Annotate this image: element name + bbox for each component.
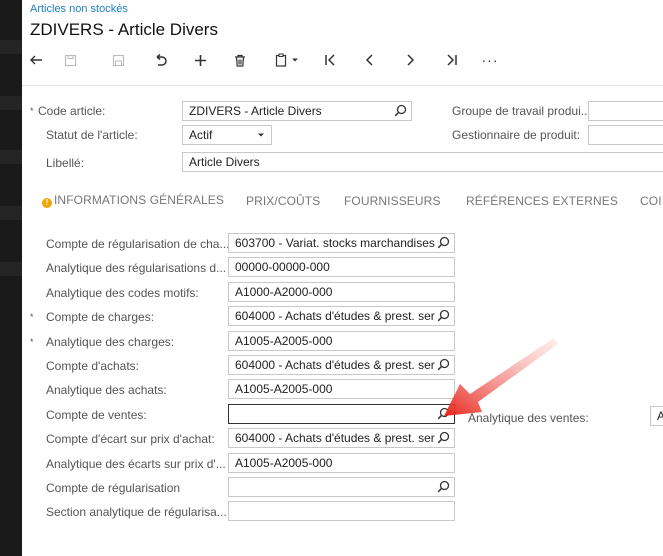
subaccount-field[interactable]: A1005-A2005-000 [228, 453, 455, 473]
more-actions-button[interactable]: ··· [478, 46, 502, 74]
field-value: A1005-A2005-000 [235, 382, 333, 396]
red-arrow-annotation [444, 338, 558, 416]
page-header: Articles non stockés ZDIVERS - Article D… [22, 0, 663, 86]
subaccount-field[interactable]: A1005-A2005-000 [228, 331, 455, 351]
background-block [0, 96, 22, 110]
sales-analytic-field[interactable]: A [650, 406, 663, 426]
field-label: Compte d'écart sur prix d'achat: [46, 432, 215, 446]
search-icon[interactable] [437, 236, 450, 249]
delete-button[interactable] [228, 46, 252, 74]
search-icon[interactable] [437, 431, 450, 444]
tab-more[interactable]: COI [640, 194, 662, 208]
account-lookup-field[interactable]: 604000 - Achats d'études & prest. ser [228, 428, 455, 448]
background-block [0, 150, 22, 164]
tab-informations-generales[interactable]: ! INFORMATIONS GÉNÉRALES [42, 193, 224, 208]
field-label: Analytique des charges: [46, 335, 175, 349]
account-lookup-field[interactable] [228, 477, 455, 497]
workgroup-field[interactable] [588, 101, 663, 121]
product-manager-field[interactable] [588, 125, 663, 145]
back-button[interactable] [24, 46, 48, 74]
toolbar: ··· [22, 46, 663, 74]
trash-icon [235, 54, 245, 67]
previous-record-button[interactable] [358, 46, 382, 74]
subaccount-field[interactable] [228, 501, 455, 521]
tab-prix-couts[interactable]: PRIX/COÛTS [246, 194, 320, 208]
back-arrow-icon [30, 55, 42, 65]
field-label: Analytique des régularisations d... [46, 261, 227, 275]
field-label: Compte de charges: [46, 310, 155, 324]
field-label: Compte de ventes: [46, 408, 147, 422]
required-marker: * [30, 337, 34, 347]
field-value: 604000 - Achats d'études & prest. ser [235, 431, 435, 445]
background-block [0, 206, 22, 220]
tab-fournisseurs[interactable]: FOURNISSEURS [344, 194, 441, 208]
warning-icon: ! [42, 198, 52, 208]
status-select[interactable]: Actif [182, 125, 272, 145]
account-lookup-field[interactable]: 603700 - Variat. stocks marchandises [228, 233, 455, 253]
status-label: Statut de l'article: [46, 128, 138, 142]
account-lookup-field[interactable]: 604000 - Achats d'études & prest. ser [228, 306, 455, 326]
background-block [0, 40, 22, 54]
breadcrumb[interactable]: Articles non stockés [30, 3, 128, 15]
field-value: A1000-A2000-000 [235, 285, 333, 299]
tab-bar: ! INFORMATIONS GÉNÉRALES PRIX/COÛTS FOURN… [22, 188, 663, 216]
tab-label: INFORMATIONS GÉNÉRALES [54, 193, 225, 207]
chevron-down-icon [258, 133, 264, 137]
undo-icon [156, 53, 167, 66]
account-lookup-field[interactable]: 604000 - Achats d'études & prest. ser [228, 355, 455, 375]
field-value: 604000 - Achats d'études & prest. ser [235, 309, 435, 323]
code-article-field[interactable]: ZDIVERS - Article Divers [182, 101, 412, 121]
status-value: Actif [189, 128, 213, 142]
field-label: Analytique des écarts sur prix d'... [46, 457, 226, 471]
code-article-label: Code article: [38, 104, 106, 118]
next-icon [407, 54, 415, 66]
plus-icon [194, 54, 206, 66]
field-label: Compte de régularisation [46, 481, 181, 495]
save-icon [112, 54, 124, 66]
workgroup-label: Groupe de travail produi... [452, 104, 590, 118]
field-label: Compte de régularisation de cha... [46, 237, 228, 251]
subaccount-field[interactable]: A1000-A2000-000 [228, 282, 455, 302]
description-label: Libellé: [46, 156, 85, 170]
required-marker: * [30, 312, 34, 322]
first-icon [325, 54, 335, 66]
field-value: 604000 - Achats d'études & prest. ser [235, 358, 435, 372]
field-label: Compte d'achats: [46, 359, 140, 373]
subaccount-field[interactable]: 00000-00000-000 [228, 257, 455, 277]
search-icon [394, 104, 407, 117]
background-block [0, 262, 22, 276]
field-value: A1005-A2005-000 [235, 456, 333, 470]
next-record-button[interactable] [398, 46, 422, 74]
undo-button[interactable] [148, 46, 172, 74]
account-lookup-field[interactable] [228, 404, 455, 424]
field-value: 603700 - Variat. stocks marchandises [235, 236, 435, 250]
clipboard-button[interactable] [270, 46, 304, 74]
field-label: Analytique des codes motifs: [46, 286, 199, 300]
required-marker: * [30, 106, 34, 116]
field-label: Analytique des achats: [46, 383, 167, 397]
first-record-button[interactable] [318, 46, 342, 74]
save-close-icon [64, 54, 76, 66]
field-value: A1005-A2005-000 [235, 334, 333, 348]
last-icon [447, 54, 457, 66]
tab-references-externes[interactable]: RÉFÉRENCES EXTERNES [466, 194, 618, 208]
search-icon[interactable] [437, 480, 450, 493]
previous-icon [365, 54, 373, 66]
product-manager-label: Gestionnaire de produit: [452, 128, 581, 142]
code-article-value: ZDIVERS - Article Divers [189, 104, 322, 118]
last-record-button[interactable] [440, 46, 464, 74]
clipboard-icon [275, 53, 287, 67]
background-left-strip [0, 0, 22, 556]
field-label: Section analytique de régularisa... [46, 505, 227, 519]
chevron-down-icon [292, 58, 298, 62]
save-close-button[interactable] [58, 46, 82, 74]
subaccount-field[interactable]: A1005-A2005-000 [228, 379, 455, 399]
page-title: ZDIVERS - Article Divers [30, 20, 218, 39]
save-button[interactable] [106, 46, 130, 74]
add-button[interactable] [188, 46, 212, 74]
search-icon[interactable] [437, 309, 450, 322]
main-panel: Articles non stockés ZDIVERS - Article D… [22, 0, 663, 556]
field-value: 00000-00000-000 [235, 260, 330, 274]
description-field[interactable]: Article Divers [182, 152, 663, 172]
